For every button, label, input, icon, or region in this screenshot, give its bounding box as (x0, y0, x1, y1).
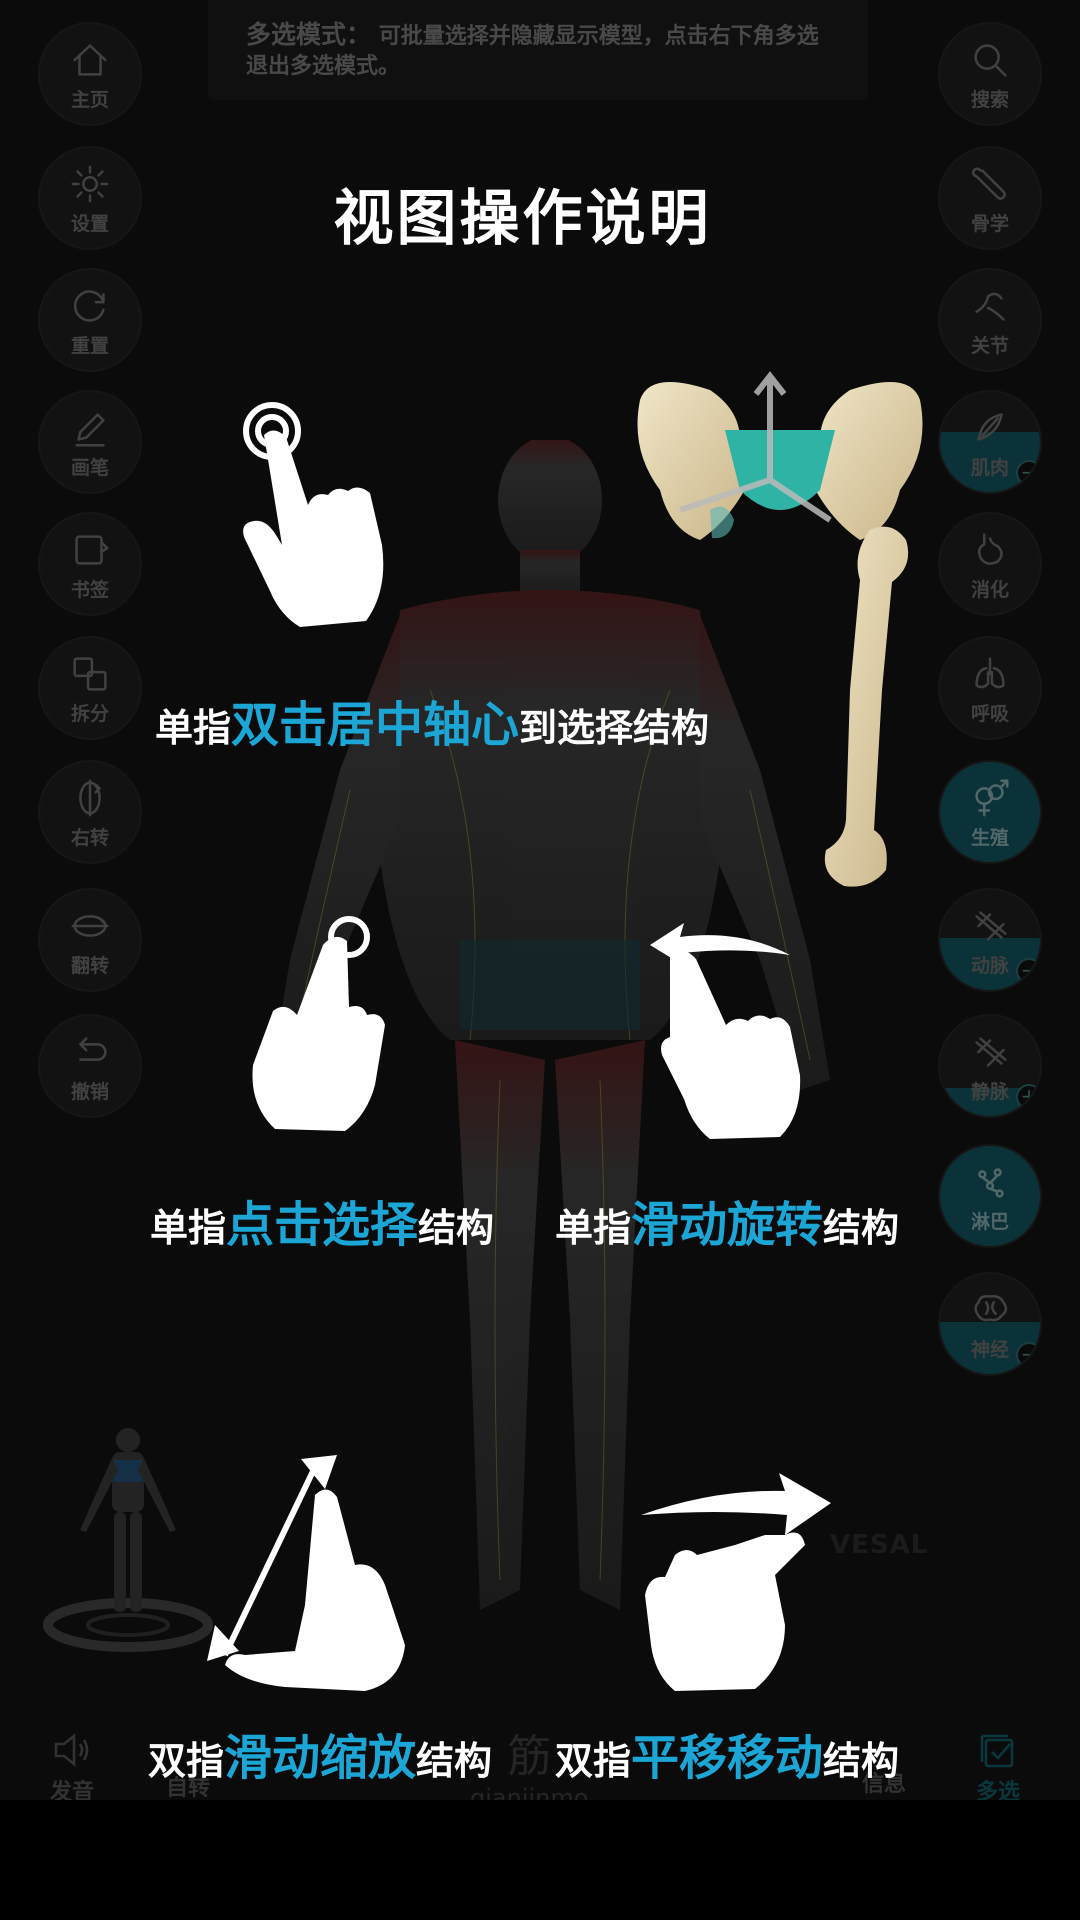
pan-pre: 双指 (555, 1739, 632, 1783)
pan-highlight: 平移移动 (631, 1730, 824, 1786)
double-tap-hand-icon (243, 402, 384, 627)
overlay-title: 视图操作说明 (333, 184, 712, 254)
view-instructions-overlay[interactable]: 视图操作说明 单指双击居中轴心到选择结构 单指点击选择结构 单指滑动旋转结构 双… (0, 0, 1080, 1800)
swipe-caption: 单指滑动旋转结构 (555, 1185, 899, 1255)
double-tap-post: 到选择结构 (519, 706, 710, 750)
anatomy-viewer: 多选模式： 可批量选择并隐藏显示模型，点击右下角多选退出多选模式。 主页 设置 … (0, 0, 1080, 1800)
system-navigation-bar (0, 1800, 1080, 1920)
swipe-highlight: 滑动旋转 (631, 1197, 824, 1253)
pan-caption: 双指平移移动结构 (555, 1718, 899, 1788)
swipe-pre: 单指 (555, 1206, 632, 1250)
double-tap-highlight: 双击居中轴心 (231, 697, 520, 753)
swipe-hand-icon (650, 923, 801, 1139)
double-tap-pre: 单指 (155, 706, 232, 750)
double-tap-caption: 单指双击居中轴心到选择结构 (155, 685, 709, 755)
swipe-post: 结构 (823, 1206, 900, 1250)
pinch-hand-icon (207, 1455, 405, 1691)
pan-hand-icon (641, 1473, 831, 1691)
pan-post: 结构 (823, 1739, 900, 1783)
tap-post: 结构 (418, 1206, 495, 1250)
tap-hand-icon (252, 916, 385, 1131)
pinch-highlight: 滑动缩放 (224, 1730, 417, 1786)
tap-pre: 单指 (150, 1206, 227, 1250)
pinch-post: 结构 (416, 1739, 493, 1783)
tap-highlight: 点击选择 (226, 1197, 419, 1253)
pinch-pre: 双指 (148, 1739, 225, 1783)
tap-caption: 单指点击选择结构 (150, 1185, 494, 1255)
pinch-caption: 双指滑动缩放结构 (148, 1718, 492, 1788)
pelvis-femur-illustration (637, 371, 923, 887)
